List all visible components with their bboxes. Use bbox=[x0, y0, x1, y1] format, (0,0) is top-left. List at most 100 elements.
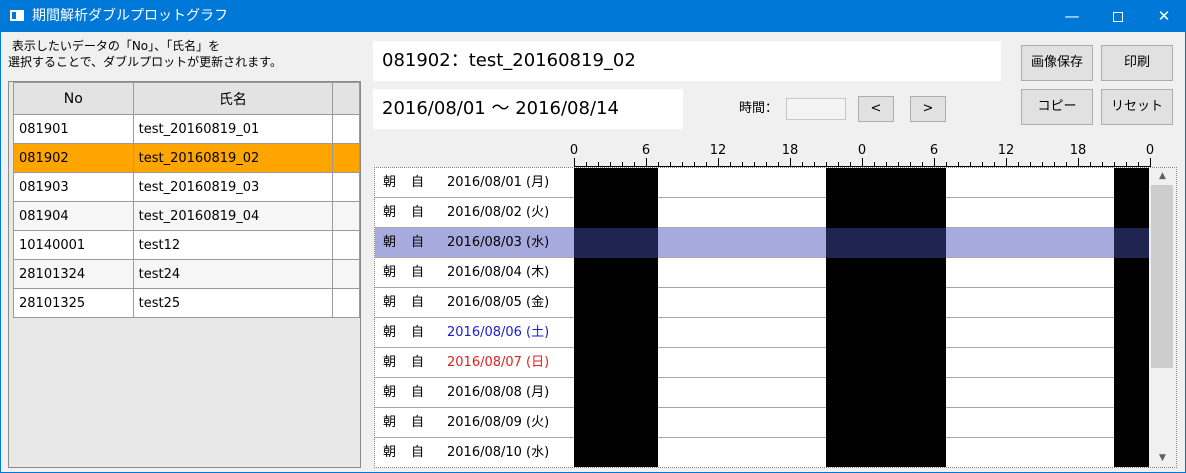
row-type: 自 bbox=[411, 175, 425, 190]
cell-no[interactable]: 081902 bbox=[13, 143, 134, 173]
table-row[interactable]: 10140001 test12 bbox=[13, 230, 360, 260]
column-header-name[interactable]: 氏名 bbox=[132, 82, 334, 115]
axis-tick-label: 0 bbox=[857, 143, 867, 158]
axis-tick-label: 12 bbox=[709, 143, 727, 158]
table-row-selected[interactable]: 081902 test_20160819_02 bbox=[13, 143, 360, 173]
plot-row[interactable]: 朝自 2016/08/05 (金) bbox=[375, 288, 1150, 318]
axis-tick-label: 18 bbox=[781, 143, 799, 158]
maximize-button[interactable] bbox=[1095, 1, 1141, 32]
plot-row[interactable]: 朝自 2016/08/09 (火) bbox=[375, 408, 1150, 438]
plot-row[interactable]: 朝自 2016/08/01 (月) bbox=[375, 168, 1150, 198]
row-date: 2016/08/08 (月) bbox=[447, 385, 550, 400]
cell-name[interactable]: test_20160819_01 bbox=[132, 114, 334, 144]
cell-no[interactable]: 28101325 bbox=[13, 288, 134, 318]
row-period: 朝 bbox=[383, 385, 397, 400]
axis-tick-label: 6 bbox=[929, 143, 939, 158]
table-row[interactable]: 081904 test_20160819_04 bbox=[13, 201, 360, 231]
sleep-bar bbox=[826, 228, 946, 258]
axis-tick-label: 0 bbox=[569, 143, 579, 158]
sleep-bar bbox=[1114, 288, 1150, 318]
sleep-bar bbox=[826, 348, 946, 378]
cell-spacer bbox=[332, 230, 360, 260]
previous-button[interactable]: < bbox=[858, 96, 894, 122]
axis-tick-label: 6 bbox=[641, 143, 651, 158]
plot-row-label: 朝自 2016/08/05 (金) bbox=[375, 288, 574, 317]
cell-spacer bbox=[332, 201, 360, 231]
column-header-spacer bbox=[332, 82, 360, 115]
row-type: 自 bbox=[411, 355, 425, 370]
plot-row[interactable]: 朝自 2016/08/04 (木) bbox=[375, 258, 1150, 288]
plot-row[interactable]: 朝自 2016/08/08 (月) bbox=[375, 378, 1150, 408]
cell-name[interactable]: test24 bbox=[132, 259, 334, 289]
cell-no[interactable]: 081903 bbox=[13, 172, 134, 202]
cell-no[interactable]: 10140001 bbox=[13, 230, 134, 260]
cell-spacer bbox=[332, 288, 360, 318]
row-type: 自 bbox=[411, 205, 425, 220]
scroll-down-icon[interactable]: ▼ bbox=[1149, 450, 1176, 467]
copy-button[interactable]: コピー bbox=[1021, 89, 1093, 125]
plot-row[interactable]: 朝自 2016/08/06 (土) bbox=[375, 318, 1150, 348]
close-button[interactable]: ✕ bbox=[1141, 1, 1186, 32]
table-row[interactable]: 28101325 test25 bbox=[13, 288, 360, 318]
cell-name[interactable]: test_20160819_03 bbox=[132, 172, 334, 202]
cell-name[interactable]: test_20160819_02 bbox=[132, 143, 334, 173]
subject-list-panel: No 氏名 081901 test_20160819_01 081902 tes… bbox=[8, 81, 361, 468]
cell-spacer bbox=[332, 114, 360, 144]
cell-name[interactable]: test12 bbox=[132, 230, 334, 260]
title-bar[interactable]: 期間解析ダブルプロットグラフ — ✕ bbox=[1, 1, 1185, 32]
minimize-button[interactable]: — bbox=[1049, 1, 1095, 32]
sleep-bar bbox=[574, 318, 658, 348]
row-type: 自 bbox=[411, 235, 425, 250]
axis-tick-label: 18 bbox=[1069, 143, 1087, 158]
row-date: 2016/08/07 (日) bbox=[447, 355, 550, 370]
table-row[interactable]: 081901 test_20160819_01 bbox=[13, 114, 360, 144]
table-row[interactable]: 081903 test_20160819_03 bbox=[13, 172, 360, 202]
sleep-bar bbox=[574, 198, 658, 228]
row-date: 2016/08/06 (土) bbox=[447, 325, 550, 340]
next-button[interactable]: > bbox=[910, 96, 946, 122]
scroll-up-icon[interactable]: ▲ bbox=[1149, 168, 1176, 185]
row-date: 2016/08/05 (金) bbox=[447, 295, 550, 310]
reset-button[interactable]: リセット bbox=[1101, 89, 1173, 125]
row-period: 朝 bbox=[383, 295, 397, 310]
row-type: 自 bbox=[411, 265, 425, 280]
save-image-button[interactable]: 画像保存 bbox=[1021, 45, 1093, 81]
axis-tick bbox=[1150, 158, 1151, 167]
subject-display: 081902：test_20160819_02 bbox=[373, 41, 1001, 81]
plot-row-label: 朝自 2016/08/09 (火) bbox=[375, 408, 574, 437]
plot-row[interactable]: 朝自 2016/08/02 (火) bbox=[375, 198, 1150, 228]
sleep-bar bbox=[1114, 318, 1150, 348]
row-period: 朝 bbox=[383, 175, 397, 190]
cell-no[interactable]: 081901 bbox=[13, 114, 134, 144]
double-plot-area[interactable]: 朝自 2016/08/01 (月) 朝自 2016/08/02 (火) 朝自 2016/0… bbox=[374, 167, 1177, 468]
scroll-thumb[interactable] bbox=[1151, 185, 1173, 368]
plot-row[interactable]: 朝自 2016/08/07 (日) bbox=[375, 348, 1150, 378]
row-type: 自 bbox=[411, 415, 425, 430]
cell-spacer bbox=[332, 172, 360, 202]
column-header-no[interactable]: No bbox=[13, 82, 134, 115]
cell-no[interactable]: 28101324 bbox=[13, 259, 134, 289]
sleep-bar bbox=[826, 378, 946, 408]
plot-row[interactable]: 朝自 2016/08/10 (水) bbox=[375, 438, 1150, 467]
plot-scrollbar[interactable]: ▲ ▼ bbox=[1149, 168, 1176, 467]
cell-name[interactable]: test25 bbox=[132, 288, 334, 318]
instruction-line-1: 表示したいデータの「No」、「氏名」を bbox=[8, 39, 221, 53]
cell-name[interactable]: test_20160819_04 bbox=[132, 201, 334, 231]
table-row[interactable]: 28101324 test24 bbox=[13, 259, 360, 289]
time-input[interactable] bbox=[786, 98, 846, 120]
row-date: 2016/08/10 (水) bbox=[447, 445, 550, 460]
sleep-bar bbox=[574, 378, 658, 408]
sleep-bar bbox=[574, 168, 658, 198]
cell-no[interactable]: 081904 bbox=[13, 201, 134, 231]
sleep-bar bbox=[1114, 348, 1150, 378]
sleep-bar bbox=[826, 438, 946, 467]
plot-row-label: 朝自 2016/08/04 (木) bbox=[375, 258, 574, 287]
sleep-bar bbox=[1114, 258, 1150, 288]
row-period: 朝 bbox=[383, 415, 397, 430]
plot-row-selected[interactable]: 朝自 2016/08/03 (水) bbox=[375, 228, 1150, 258]
sleep-bar bbox=[574, 228, 658, 258]
sleep-bar bbox=[826, 288, 946, 318]
sleep-bar bbox=[1114, 378, 1150, 408]
print-button[interactable]: 印刷 bbox=[1101, 45, 1173, 81]
sleep-bar bbox=[1114, 408, 1150, 438]
